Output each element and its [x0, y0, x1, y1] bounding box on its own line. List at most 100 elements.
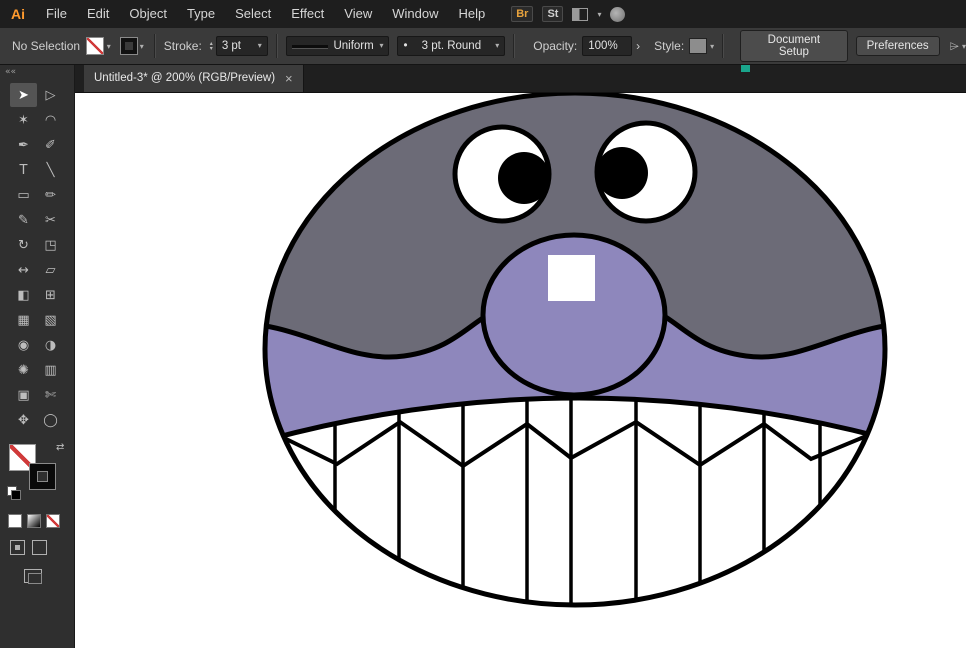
chevron-down-icon[interactable]: ▾	[597, 10, 601, 19]
pencil-tool[interactable]: ✎	[10, 208, 37, 232]
slice-tool[interactable]: ✄	[37, 383, 64, 407]
rotate-tool[interactable]: ↻	[10, 233, 37, 257]
menu-effect[interactable]: Effect	[281, 0, 334, 28]
menu-object[interactable]: Object	[119, 0, 177, 28]
mesh-tool[interactable]: ▦	[10, 308, 37, 332]
stroke-swatch[interactable]	[30, 464, 55, 489]
perspective-grid-tool[interactable]: ⊞	[37, 283, 64, 307]
bridge-button[interactable]: Br	[511, 6, 533, 22]
chevron-down-icon[interactable]: ▾	[258, 37, 262, 55]
divider	[276, 34, 278, 58]
pen-tool[interactable]: ✒	[10, 133, 37, 157]
draw-behind-icon[interactable]	[32, 540, 47, 555]
opacity-panel-arrow[interactable]: ›	[632, 39, 644, 53]
gradient-button[interactable]	[27, 514, 41, 528]
brush-definition-dropdown[interactable]: • 3 pt. Round ▾	[397, 36, 505, 56]
scissors-tool[interactable]: ✂	[37, 208, 64, 232]
menu-bar: Ai File Edit Object Type Select Effect V…	[0, 0, 966, 28]
symbol-sprayer-tool[interactable]: ✺	[10, 358, 37, 382]
draw-normal-icon[interactable]	[10, 540, 25, 555]
menu-file[interactable]: File	[36, 0, 77, 28]
curvature-tool[interactable]: ✐	[37, 133, 64, 157]
default-fill-stroke-icon[interactable]	[7, 486, 21, 500]
menu-select[interactable]: Select	[225, 0, 281, 28]
shape-builder-tool[interactable]: ◧	[10, 283, 37, 307]
lasso-tool[interactable]: ◠	[37, 108, 64, 132]
chevron-down-icon[interactable]: ▾	[962, 42, 966, 51]
document-tab[interactable]: Untitled-3* @ 200% (RGB/Preview) ×	[84, 64, 304, 92]
nose-highlight[interactable]	[548, 255, 595, 301]
brush-definition-value: 3 pt. Round	[422, 37, 481, 55]
menu-view[interactable]: View	[334, 0, 382, 28]
swap-fill-stroke-icon[interactable]: ⇄	[56, 442, 64, 453]
line-segment-tool[interactable]: ╲	[37, 158, 64, 182]
selection-status: No Selection	[12, 39, 86, 53]
none-button[interactable]	[46, 514, 60, 528]
right-pupil[interactable]	[596, 147, 648, 199]
chevron-down-icon[interactable]: ▾	[140, 42, 144, 51]
document-setup-button[interactable]: Document Setup	[740, 30, 847, 62]
menu-edit[interactable]: Edit	[77, 0, 119, 28]
drawing-mode-buttons	[10, 540, 74, 555]
stroke-width-value: 3 pt	[222, 37, 241, 55]
stroke-line-preview-icon	[292, 45, 328, 48]
menu-help[interactable]: Help	[448, 0, 495, 28]
left-pupil[interactable]	[498, 152, 550, 204]
scale-tool[interactable]: ◳	[37, 233, 64, 257]
chevron-down-icon[interactable]: ▾	[710, 42, 714, 51]
blend-tool[interactable]: ◑	[37, 333, 64, 357]
style-label: Style:	[654, 39, 684, 53]
eyedropper-tool[interactable]: ◉	[10, 333, 37, 357]
menubar-icon-group: Br St ▾	[511, 6, 625, 22]
stroke-label: Stroke:	[164, 39, 202, 53]
color-button[interactable]	[8, 514, 22, 528]
document-canvas[interactable]	[74, 92, 966, 648]
artboard-tool[interactable]: ▣	[10, 383, 37, 407]
tools-panel: «« ➤ ▷ ✶ ◠ ✒ ✐ T ╲ ▭ ✏ ✎ ✂ ↻ ◳ ↔ ▱ ◧ ⊞ ▦…	[0, 64, 75, 648]
type-tool[interactable]: T	[10, 158, 37, 182]
arrange-documents-icon[interactable]	[572, 8, 588, 21]
close-icon[interactable]: ×	[285, 72, 293, 85]
divider	[154, 34, 156, 58]
style-swatch[interactable]	[689, 38, 707, 54]
fill-stroke-control: ⇄	[7, 442, 67, 500]
opacity-value: 100%	[588, 37, 617, 55]
paintbrush-tool[interactable]: ✏	[37, 183, 64, 207]
screen-mode-icon[interactable]	[24, 569, 42, 583]
opacity-field[interactable]: 100%	[582, 36, 632, 56]
selection-options-icon[interactable]: ⌲	[950, 39, 959, 54]
fill-color-swatch[interactable]	[86, 37, 104, 55]
tab-title: Untitled-3* @ 200% (RGB/Preview)	[94, 72, 275, 84]
direct-selection-tool[interactable]: ▷	[37, 83, 64, 107]
width-profile-dropdown[interactable]: Uniform ▾	[286, 36, 390, 56]
collapse-panel-button[interactable]: ««	[0, 64, 74, 79]
column-graph-tool[interactable]: ▥	[37, 358, 64, 382]
zoom-tool[interactable]: ◯	[37, 408, 64, 432]
stroke-width-field[interactable]: 3 pt ▾	[216, 36, 268, 56]
magic-wand-tool[interactable]: ✶	[10, 108, 37, 132]
tools-grid: ➤ ▷ ✶ ◠ ✒ ✐ T ╲ ▭ ✏ ✎ ✂ ↻ ◳ ↔ ▱ ◧ ⊞ ▦ ▧ …	[0, 83, 74, 432]
hand-tool[interactable]: ✥	[10, 408, 37, 432]
chevron-down-icon[interactable]: ▾	[495, 37, 499, 55]
free-transform-tool[interactable]: ▱	[37, 258, 64, 282]
stroke-color-swatch[interactable]	[121, 38, 137, 54]
menu-window[interactable]: Window	[382, 0, 448, 28]
width-profile-value: Uniform	[333, 37, 373, 55]
width-tool[interactable]: ↔	[10, 258, 37, 282]
divider	[513, 34, 515, 58]
menu-type[interactable]: Type	[177, 0, 225, 28]
chevron-down-icon[interactable]: ▾	[107, 42, 111, 51]
selection-tool[interactable]: ➤	[10, 83, 37, 107]
divider	[722, 34, 724, 58]
stroke-width-stepper[interactable]: ▴▾	[210, 41, 213, 51]
preferences-button[interactable]: Preferences	[856, 36, 940, 56]
canvas-area[interactable]	[74, 92, 966, 648]
gradient-tool[interactable]: ▧	[37, 308, 64, 332]
illustrator-logo-icon: Ai	[0, 6, 36, 22]
sync-icon[interactable]	[610, 7, 625, 22]
document-tab-bar: Untitled-3* @ 200% (RGB/Preview) ×	[74, 64, 966, 93]
stock-button[interactable]: St	[542, 6, 563, 22]
chevron-down-icon[interactable]: ▾	[379, 37, 383, 55]
tab-bar-marker	[741, 64, 750, 72]
rectangle-tool[interactable]: ▭	[10, 183, 37, 207]
